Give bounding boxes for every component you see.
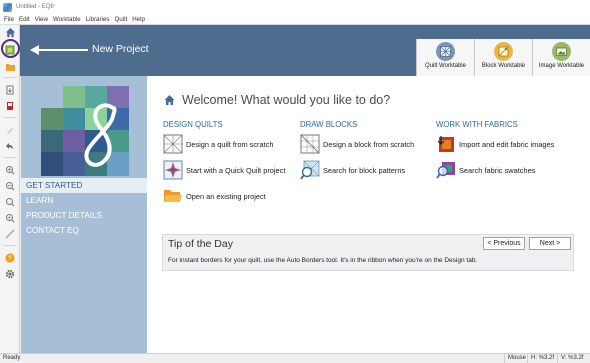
tip-text: For instant borders for your quilt, use … (168, 257, 478, 264)
menu-help[interactable]: Help (132, 16, 145, 23)
work-with-fabrics-heading: WORK WITH FABRICS (436, 120, 518, 129)
home-icon (164, 95, 175, 105)
tab-block-worktable[interactable]: Block Worktable (474, 39, 532, 76)
nav-product-details[interactable]: PRODUCT DETAILS (21, 208, 147, 223)
start-page: GET STARTED LEARN PRODUCT DETAILS CONTAC… (21, 76, 590, 353)
status-bar: Ready Mouse H: %3.2f V: %3.2f (0, 353, 590, 363)
menu-worktable[interactable]: Worktable (53, 16, 81, 23)
tab-quilt-worktable[interactable]: Quilt Worktable (416, 39, 474, 76)
tab-image-worktable[interactable]: Image Worktable (532, 39, 590, 76)
nav-contact-eq[interactable]: CONTACT EQ (21, 223, 147, 238)
status-h: H: %3.2f (527, 354, 554, 363)
status-mouse: Mouse (504, 354, 526, 363)
tab-quilt-worktable-label: Quilt Worktable (425, 63, 466, 69)
block-grid-icon (300, 134, 320, 154)
open-project-button[interactable] (3, 60, 17, 73)
image-worktable-icon (552, 42, 571, 61)
sidebar: GET STARTED LEARN PRODUCT DETAILS CONTAC… (21, 76, 147, 353)
eq8-logo (41, 86, 129, 176)
design-quilt-from-scratch[interactable]: Design a quilt from scratch (163, 134, 274, 154)
annotation-arrow-line (36, 49, 88, 51)
draw-blocks-heading: DRAW BLOCKS (300, 120, 358, 129)
zoom-in-icon (6, 165, 15, 174)
status-ready: Ready (3, 355, 21, 361)
import-icon (6, 85, 14, 94)
zoom-out-icon (6, 181, 15, 190)
app-icon (3, 2, 12, 12)
folder-open-icon (164, 190, 182, 202)
quilt-grid-icon (163, 134, 183, 154)
welcome-text: Welcome! What would you like to do? (182, 93, 391, 107)
zoom-reset-icon (6, 213, 15, 222)
zoom-reset-button[interactable] (3, 211, 17, 224)
import-button[interactable] (3, 83, 17, 96)
pencil-icon (7, 127, 13, 134)
left-toolbar: ? (0, 25, 20, 353)
tip-of-the-day: Tip of the Day < Previous Next > For ins… (162, 234, 574, 271)
window-title: Untitled - EQ8 (16, 4, 54, 10)
zoom-in-button[interactable] (3, 163, 17, 176)
quick-quilt-icon (163, 160, 183, 180)
help-button[interactable]: ? (3, 251, 17, 264)
design-quilts-heading: DESIGN QUILTS (163, 120, 223, 129)
main-panel: Welcome! What would you like to do? DESI… (147, 76, 590, 353)
welcome-heading: Welcome! What would you like to do? (163, 93, 390, 107)
nav-learn[interactable]: LEARN (21, 193, 147, 208)
title-bar: Untitled - EQ8 (0, 0, 590, 14)
gear-icon (5, 269, 15, 278)
svg-text:?: ? (8, 255, 12, 262)
new-project-annotation: New Project (30, 41, 160, 59)
settings-button[interactable] (3, 267, 17, 280)
design-block-from-scratch[interactable]: Design a block from scratch (300, 134, 414, 154)
search-fabric-swatches[interactable]: Search fabric swatches (436, 160, 535, 180)
menu-view[interactable]: View (35, 16, 48, 23)
zoom-fit-icon (6, 197, 15, 206)
tab-block-worktable-label: Block Worktable (481, 63, 526, 69)
home-icon (5, 27, 15, 38)
status-v: V: %3.2f (557, 354, 583, 363)
folder-icon (5, 63, 15, 71)
help-icon: ? (5, 253, 15, 262)
search-block-patterns[interactable]: Search for block patterns (300, 160, 405, 180)
quilt-worktable-icon (436, 42, 455, 61)
tip-title: Tip of the Day (168, 238, 233, 250)
menu-edit[interactable]: Edit (19, 16, 30, 23)
worktable-tabs: Quilt Worktable Block Worktable Image Wo… (416, 39, 590, 76)
menu-bar: File Edit View Worktable Libraries Quilt… (0, 14, 590, 25)
import-edit-fabric-images[interactable]: Import and edit fabric images (436, 134, 554, 154)
edit-button[interactable] (3, 123, 17, 136)
undo-icon (6, 142, 13, 149)
annotation-text: New Project (92, 43, 149, 55)
undo-button[interactable] (3, 139, 17, 152)
menu-libraries[interactable]: Libraries (86, 16, 110, 23)
block-worktable-icon (494, 42, 513, 61)
previous-tip-button[interactable]: < Previous (483, 237, 525, 250)
ruler-button[interactable] (3, 227, 17, 240)
start-quick-quilt-project[interactable]: Start with a Quick Quilt project (163, 160, 285, 180)
menu-quilt[interactable]: Quilt (114, 16, 127, 23)
search-blocks-icon (300, 160, 320, 180)
menu-file[interactable]: File (4, 16, 14, 23)
fabric-import-icon (437, 136, 454, 152)
print-icon (7, 101, 13, 110)
search-fabric-icon (436, 162, 455, 179)
fit-to-window-button[interactable] (3, 195, 17, 208)
ruler-icon (5, 228, 15, 239)
home-button[interactable] (3, 26, 17, 39)
next-tip-button[interactable]: Next > (529, 237, 571, 250)
new-project-highlight (1, 39, 20, 58)
nav-get-started[interactable]: GET STARTED (21, 178, 147, 193)
tab-image-worktable-label: Image Worktable (538, 63, 585, 69)
zoom-out-button[interactable] (3, 179, 17, 192)
print-button[interactable] (3, 99, 17, 112)
open-existing-project[interactable]: Open an existing project (163, 186, 266, 206)
sidebar-nav: GET STARTED LEARN PRODUCT DETAILS CONTAC… (21, 178, 147, 238)
